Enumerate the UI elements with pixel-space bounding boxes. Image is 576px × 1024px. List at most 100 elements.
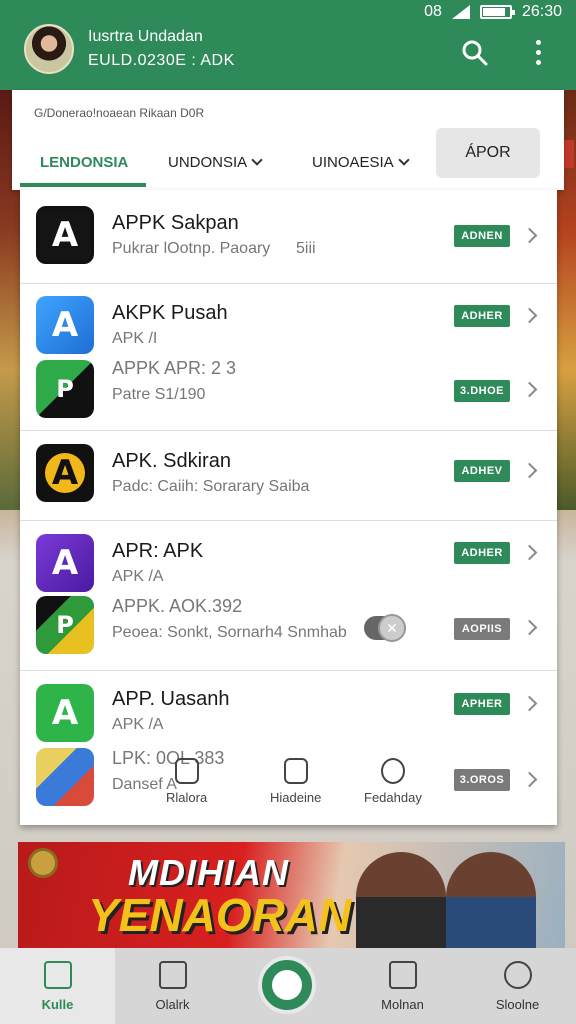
app-subtitle: APK /A <box>112 568 164 585</box>
status-badge[interactable]: ADHER <box>454 305 510 327</box>
status-badge[interactable]: APHER <box>454 693 510 715</box>
avatar[interactable] <box>24 24 74 74</box>
chevron-down-icon <box>398 154 410 166</box>
status-badge[interactable]: AOPIIS <box>454 618 510 640</box>
banner-person-photo <box>446 852 536 952</box>
letter-a-icon: A <box>51 305 79 345</box>
app-icon-secondary[interactable]: P <box>36 596 94 654</box>
nav-label: Olalrk <box>155 996 190 1012</box>
chevron-right-icon[interactable] <box>521 619 538 636</box>
app-icon[interactable]: A <box>36 684 94 742</box>
status-badge[interactable]: ADHEV <box>454 460 510 482</box>
app-subtitle: Pukrar lOotnp. Paoary <box>112 240 271 257</box>
mail-icon <box>158 960 187 989</box>
chevron-right-icon[interactable] <box>521 695 538 712</box>
app-icon[interactable]: A <box>36 206 94 264</box>
divider <box>20 283 557 284</box>
mini-tab-label: Fedahday <box>364 790 422 805</box>
letter-p-icon: P <box>56 611 74 639</box>
nav-olalrk[interactable]: Olalrk <box>115 948 230 1024</box>
app-title[interactable]: APPK Sakpan <box>112 212 239 235</box>
status-time: 26:30 <box>521 3 562 20</box>
banner-person-photo <box>356 852 446 952</box>
nav-label: Kulle <box>41 996 74 1012</box>
app-meta: Patre S1/190 <box>112 386 206 403</box>
mini-tab-label: Hiadeine <box>270 790 322 805</box>
center-action-button[interactable] <box>258 956 316 1014</box>
chevron-right-icon[interactable] <box>521 544 538 561</box>
lock-icon <box>174 758 199 784</box>
nav-label: Molnan <box>381 996 424 1012</box>
folder-icon <box>283 758 308 784</box>
letter-p-icon: P <box>56 375 74 403</box>
letter-a-icon: A <box>51 543 79 583</box>
tab-uinoaesia[interactable]: UINOAESIA <box>312 144 410 180</box>
active-tab-indicator <box>20 183 146 187</box>
app-icon[interactable]: A <box>36 296 94 354</box>
app-icon-secondary[interactable] <box>36 748 94 806</box>
letter-a-icon: A <box>51 215 79 255</box>
nav-sloolne[interactable]: Sloolne <box>460 948 575 1024</box>
filter-panel: G/Donerao!noaean Rikaan D0R LENDONSIA UN… <box>12 90 564 190</box>
app-header: 08 26:30 Iusrtra Undadan EULD.0230E : AD… <box>0 0 576 90</box>
status-badge[interactable]: 3.DHOE <box>454 380 510 402</box>
nav-label: Sloolne <box>495 996 540 1012</box>
app-title[interactable]: APK. Sdkiran <box>112 450 231 473</box>
app-subtitle: APK /I <box>112 330 158 347</box>
signal-icon <box>451 5 470 19</box>
divider <box>20 430 557 431</box>
app-title[interactable]: AKPK Pusah <box>112 302 228 325</box>
app-icon-secondary[interactable]: P <box>36 360 94 418</box>
nav-kulle[interactable]: Kulle <box>0 948 115 1024</box>
mini-tab-label: Rlalora <box>166 790 208 805</box>
book-icon <box>388 960 417 989</box>
promo-banner[interactable]: MDIHIAN YENAORAN? <box>18 842 565 952</box>
status-left-text: 08 <box>424 3 442 20</box>
app-version: APPK. AOK.392 <box>112 596 243 616</box>
app-version: APPK APR: 2 3 <box>112 358 237 378</box>
chevron-right-icon[interactable] <box>521 307 538 324</box>
close-icon[interactable]: ✕ <box>378 614 406 642</box>
more-vert-icon[interactable] <box>530 40 546 68</box>
coin-icon <box>28 848 58 878</box>
status-badge[interactable]: 3.OROS <box>454 769 510 791</box>
tab-lendonsia[interactable]: LENDONSIA <box>40 144 128 180</box>
status-badge[interactable]: ADHER <box>454 542 510 564</box>
app-title[interactable]: APR: APK <box>112 540 203 563</box>
chevron-right-icon[interactable] <box>521 227 538 244</box>
app-title[interactable]: APP. Uasanh <box>112 688 230 711</box>
app-subtitle-extra: 5iii <box>296 240 316 257</box>
app-icon[interactable]: A <box>36 534 94 592</box>
chevron-right-icon[interactable] <box>521 381 538 398</box>
battery-icon <box>479 5 515 19</box>
status-bar: 08 26:30 <box>424 2 562 22</box>
letter-a-icon: A <box>51 453 79 493</box>
profile-icon <box>503 960 532 989</box>
banner-tagline: YENAORAN? <box>88 889 380 941</box>
home-icon <box>43 960 72 989</box>
app-list: A APPK Sakpan Pukrar lOotnp. Paoary 5iii… <box>20 190 557 825</box>
tab-label: UINOAESIA <box>312 153 394 171</box>
app-meta: Peoea: Sonkt, Sornarh4 Snmhab <box>112 624 347 641</box>
apor-button[interactable]: ÁPOR <box>436 128 540 178</box>
chevron-right-icon[interactable] <box>521 771 538 788</box>
app-icon[interactable]: A <box>36 444 94 502</box>
status-badge[interactable]: ADNEN <box>454 225 510 247</box>
user-name: Iusrtra Undadan <box>88 28 203 45</box>
mini-tab-fedahday[interactable]: Fedahday <box>364 758 422 805</box>
tab-undonsia[interactable]: UNDONSIA <box>168 144 263 180</box>
nav-molnan[interactable]: Molnan <box>345 948 460 1024</box>
chevron-right-icon[interactable] <box>521 462 538 479</box>
divider <box>20 520 557 521</box>
tab-label: UNDONSIA <box>168 153 248 171</box>
mini-tab-hiadeine[interactable]: Hiadeine <box>270 758 321 805</box>
search-icon[interactable] <box>462 40 488 66</box>
letter-a-icon: A <box>51 693 79 733</box>
divider <box>20 670 557 671</box>
app-subtitle: Padc: Caiih: Sorarary Saiba <box>112 478 310 495</box>
clock-icon <box>380 758 405 784</box>
mini-tab-rlalora[interactable]: Rlalora <box>166 758 207 805</box>
app-subtitle: APK /A <box>112 716 164 733</box>
center-action-icon <box>272 970 302 1000</box>
panel-caption: G/Donerao!noaean Rikaan D0R <box>34 106 205 120</box>
